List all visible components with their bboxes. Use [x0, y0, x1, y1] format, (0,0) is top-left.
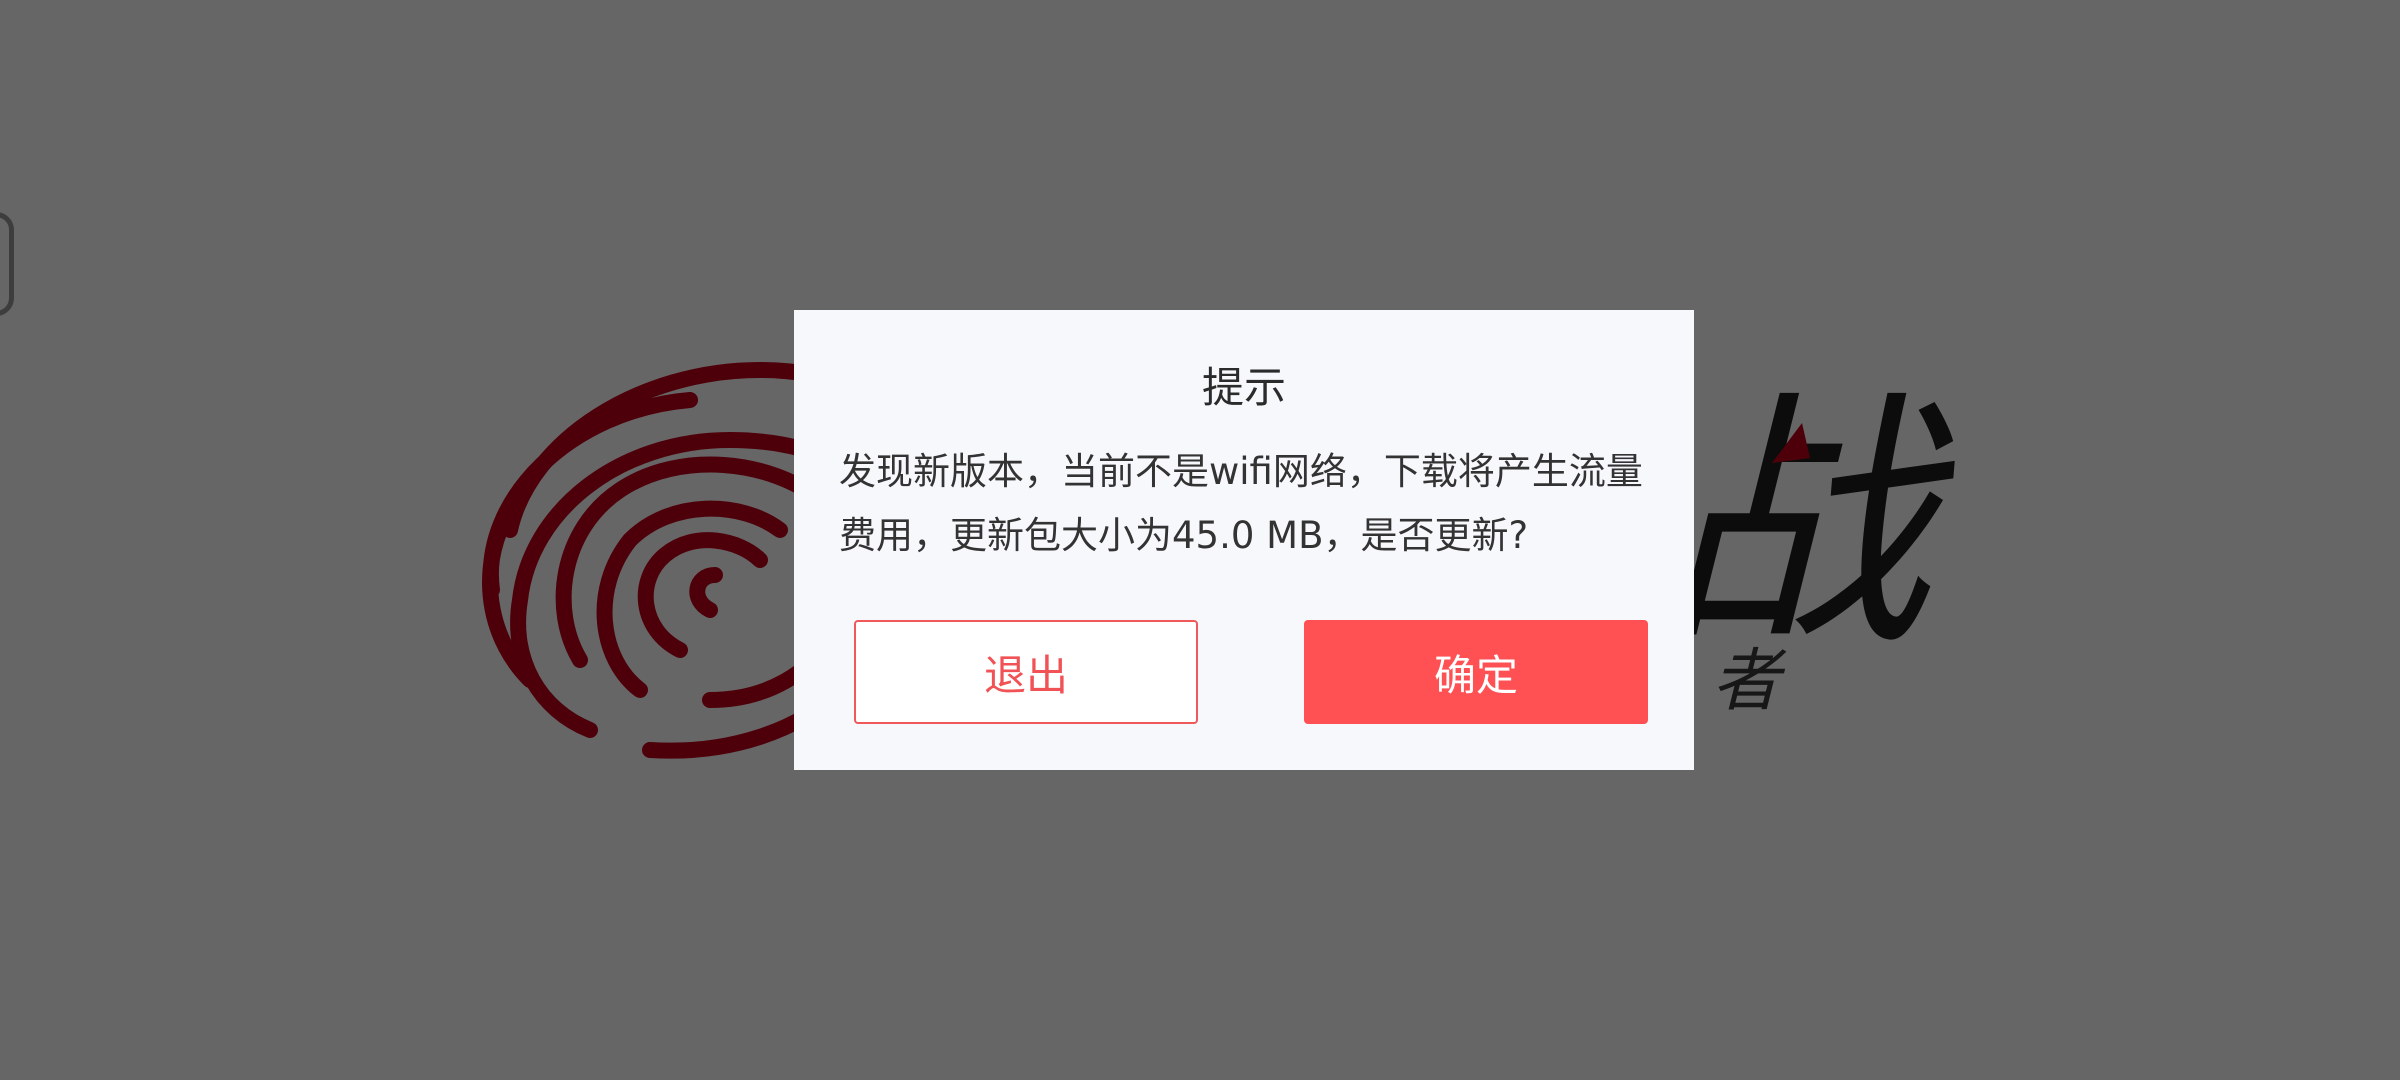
dialog-title: 提示 — [1201, 363, 1286, 412]
exit-button[interactable]: 退出 — [854, 620, 1198, 724]
dialog-message: 发现新版本，当前不是wifi网络，下载将产生流量费用，更新包大小为45.0 MB… — [839, 450, 1643, 557]
app-screen: 战 者 提示 发现新版本，当前不是wifi网络，下载将产生流量费用，更新包大小为… — [0, 0, 2400, 1080]
confirm-button[interactable]: 确定 — [1304, 620, 1648, 724]
update-dialog: 提示 发现新版本，当前不是wifi网络，下载将产生流量费用，更新包大小为45.0… — [794, 310, 1694, 770]
